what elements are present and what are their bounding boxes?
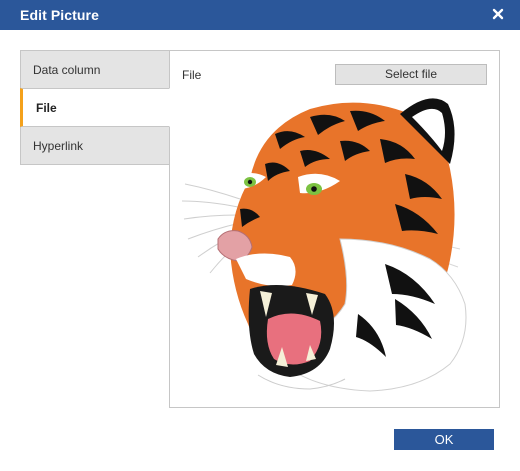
tab-file[interactable]: File [20,88,170,127]
tab-label: Hyperlink [33,139,84,153]
tab-label: Data column [33,63,101,77]
file-panel: File Select file [169,50,500,408]
tab-hyperlink[interactable]: Hyperlink [20,126,170,165]
file-field-label: File [182,68,202,82]
close-icon[interactable] [490,6,506,22]
tab-label: File [36,101,57,115]
dialog-titlebar: Edit Picture [0,0,520,30]
picture-preview [181,98,467,392]
tab-list: Data column File Hyperlink [20,50,170,165]
tab-data-column[interactable]: Data column [20,50,170,89]
dialog-title: Edit Picture [20,7,99,23]
select-file-button[interactable]: Select file [335,64,487,85]
edit-picture-dialog: Edit Picture Data column File Hyperlink … [0,0,520,471]
ok-button[interactable]: OK [394,429,494,450]
